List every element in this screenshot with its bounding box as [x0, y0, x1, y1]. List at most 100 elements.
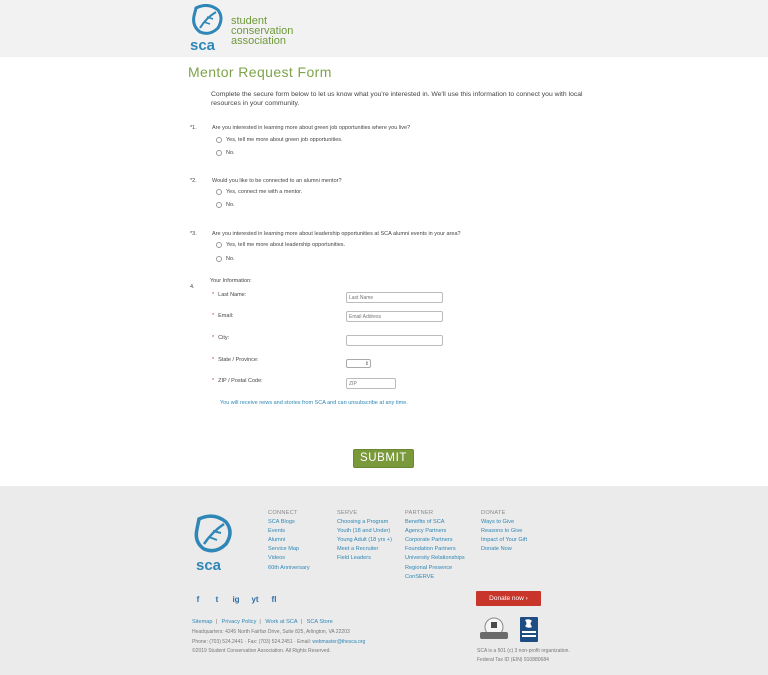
- column-heading: SERVE: [337, 510, 358, 516]
- footer-link[interactable]: SCA Blogs: [268, 518, 310, 527]
- zip-input[interactable]: [346, 378, 396, 389]
- footer-link[interactable]: Young Adult (18 yrs +): [337, 536, 392, 545]
- twitter-icon[interactable]: t: [211, 595, 223, 605]
- q3-option-no[interactable]: No.: [216, 256, 235, 262]
- select-arrows-icon: ⇕: [364, 361, 369, 367]
- sca-logo[interactable]: sca student conservation association: [190, 3, 293, 54]
- bbb-accredited-icon[interactable]: [520, 617, 538, 642]
- youtube-icon[interactable]: yt: [249, 595, 261, 605]
- footer-link[interactable]: Choosing a Program: [337, 518, 392, 527]
- question-3-number: *3.: [190, 231, 197, 237]
- option-label: Yes, tell me more about leadership oppor…: [226, 242, 346, 248]
- required-mark: *: [212, 335, 215, 341]
- footer-link[interactable]: Agency Partners: [405, 527, 465, 536]
- q3-option-yes[interactable]: Yes, tell me more about leadership oppor…: [216, 242, 345, 248]
- separator: |: [300, 619, 303, 625]
- label-text: State / Province:: [218, 357, 259, 363]
- radio-button[interactable]: [216, 189, 222, 195]
- social-links: f t ig yt fl: [192, 595, 287, 605]
- footer-column-connect: CONNECT SCA Blogs Events Alumni Service …: [268, 509, 310, 573]
- last-name-label: * Last Name:: [212, 292, 246, 298]
- tax-id: Federal Tax ID (EIN) 910880684: [477, 657, 549, 663]
- footer-link[interactable]: Meet a Recruiter: [337, 545, 392, 554]
- footer-link[interactable]: Regional Presence: [405, 564, 465, 573]
- q2-option-yes[interactable]: Yes, connect me with a mentor.: [216, 189, 302, 195]
- required-mark: *: [212, 357, 215, 363]
- form-intro: Complete the secure form below to let us…: [211, 91, 583, 107]
- logo-tagline: student conservation association: [231, 16, 293, 47]
- charity-seal-icon[interactable]: [478, 617, 510, 639]
- footer-link[interactable]: Events: [268, 527, 310, 536]
- label-text: Last Name:: [218, 292, 247, 298]
- footer-copyright: ©2019 Student Conservation Association. …: [192, 648, 331, 654]
- last-name-input[interactable]: [346, 292, 443, 303]
- donate-now-button[interactable]: Donate now ›: [476, 591, 541, 606]
- footer-link[interactable]: Benefits of SCA: [405, 518, 465, 527]
- footer-column-donate: DONATE Ways to Give Reasons to Give Impa…: [481, 509, 527, 554]
- privacy-policy-link[interactable]: Privacy Policy: [222, 619, 257, 625]
- required-mark: *: [212, 313, 215, 319]
- q1-option-no[interactable]: No.: [216, 150, 235, 156]
- city-input[interactable]: [346, 335, 443, 346]
- footer-link[interactable]: Videos: [268, 554, 310, 563]
- submit-button[interactable]: SUBMIT: [353, 449, 414, 468]
- footer-link[interactable]: ConSERVE: [405, 573, 465, 582]
- footer-link[interactable]: Impact of Your Gift: [481, 536, 527, 545]
- email-link[interactable]: webmaster@thesca.org: [312, 639, 365, 645]
- footer-legal-links: Sitemap | Privacy Policy | Work at SCA | SC…: [192, 619, 333, 625]
- footer-link[interactable]: Corporate Partners: [405, 536, 465, 545]
- footer-link[interactable]: Foundation Partners: [405, 545, 465, 554]
- work-at-sca-link[interactable]: Work at SCA: [265, 619, 297, 625]
- footer-column-partner: PARTNER Benefits of SCA Agency Partners …: [405, 509, 465, 582]
- separator: |: [259, 619, 261, 625]
- label-text: City:: [218, 335, 230, 341]
- zip-label: * ZIP / Postal Code:: [212, 378, 263, 384]
- phone-fax-text: Phone: (703) 524.2441 · Fax: (703) 524.2…: [192, 639, 313, 645]
- radio-button[interactable]: [216, 150, 222, 156]
- required-mark: *: [212, 378, 215, 384]
- separator: |: [215, 619, 217, 625]
- required-mark: *: [212, 292, 215, 298]
- footer-contact: Phone: (703) 524.2441 · Fax: (703) 524.2…: [192, 639, 365, 645]
- footer-link[interactable]: Alumni: [268, 536, 310, 545]
- site-header: sca student conservation association: [0, 0, 768, 57]
- footer-column-serve: SERVE Choosing a Program Youth (18 and U…: [337, 509, 392, 564]
- instagram-icon[interactable]: ig: [230, 595, 242, 605]
- radio-button[interactable]: [216, 137, 222, 143]
- question-1-number: *1.: [190, 125, 197, 131]
- option-label: No.: [226, 150, 235, 156]
- q2-option-no[interactable]: No.: [216, 202, 235, 208]
- radio-button[interactable]: [216, 256, 222, 262]
- flickr-icon[interactable]: fl: [268, 595, 280, 605]
- state-select[interactable]: ⇕: [346, 359, 371, 368]
- sitemap-link[interactable]: Sitemap: [192, 619, 213, 625]
- state-label: * State / Province:: [212, 357, 259, 363]
- page-title: Mentor Request Form: [188, 64, 332, 80]
- label-text: Email:: [218, 313, 234, 319]
- email-input[interactable]: [346, 311, 443, 322]
- footer-link[interactable]: University Relationships: [405, 554, 465, 563]
- question-1-text: Are you interested in learning more abou…: [212, 125, 411, 131]
- column-heading: DONATE: [481, 510, 506, 516]
- question-2-text: Would you like to be connected to an alu…: [212, 178, 342, 184]
- footer-link[interactable]: Ways to Give: [481, 518, 527, 527]
- footer-link[interactable]: 60th Anniversary: [268, 564, 310, 573]
- facebook-icon[interactable]: f: [192, 595, 204, 605]
- nonprofit-statement: SCA is a 501 (c) 3 non-profit organizati…: [477, 648, 570, 654]
- footer-link[interactable]: Youth (18 and Under): [337, 527, 392, 536]
- city-label: * City:: [212, 335, 229, 341]
- footer-link[interactable]: Service Map: [268, 545, 310, 554]
- footer-link[interactable]: Donate Now: [481, 545, 527, 554]
- your-information-label: Your Information:: [210, 278, 252, 284]
- footer-link[interactable]: Reasons to Give: [481, 527, 527, 536]
- column-heading: PARTNER: [405, 510, 434, 516]
- sca-store-link[interactable]: SCA Store: [307, 619, 333, 625]
- footer-link[interactable]: Field Leaders: [337, 554, 392, 563]
- q1-option-yes[interactable]: Yes, tell me more about green job opport…: [216, 137, 343, 143]
- question-3-text: Are you interested in learning more abou…: [212, 231, 461, 237]
- footer-logo-wordmark: sca: [196, 557, 222, 574]
- radio-button[interactable]: [216, 242, 222, 248]
- leaf-logo-icon: sca: [190, 3, 226, 54]
- option-label: No.: [226, 202, 235, 208]
- radio-button[interactable]: [216, 202, 222, 208]
